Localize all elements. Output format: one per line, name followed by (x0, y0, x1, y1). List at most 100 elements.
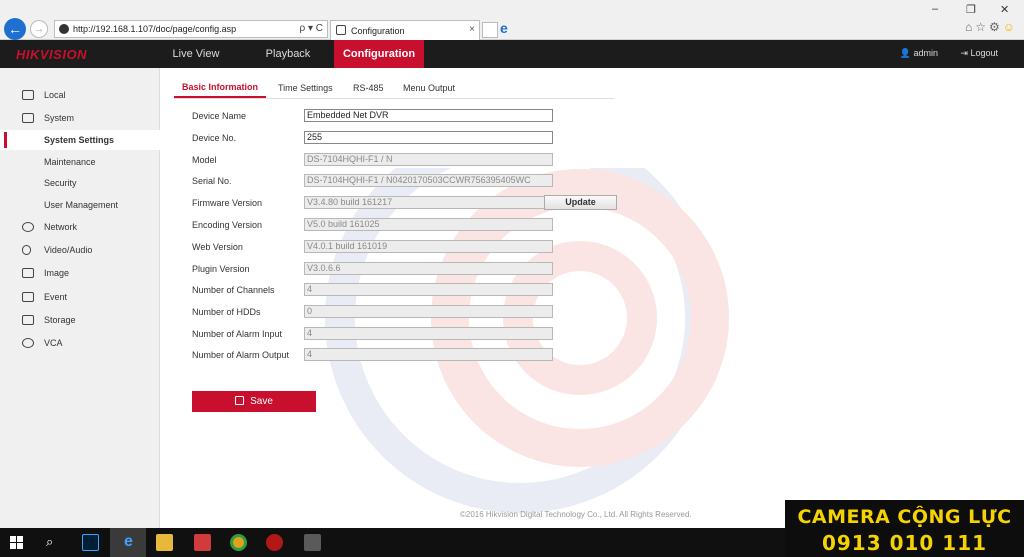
promo-phone: 0913 010 111 (821, 531, 988, 555)
save-button[interactable]: Save (192, 391, 316, 412)
globe-icon (22, 222, 34, 232)
sidebar-item-system-settings[interactable]: System Settings (0, 130, 160, 150)
sidebar-item-vca[interactable]: VCA (0, 333, 160, 353)
tab-title: Configuration (351, 26, 405, 36)
label-number-of-alarm-output: Number of Alarm Output (192, 350, 290, 360)
label-number-of-alarm-input: Number of Alarm Input (192, 329, 283, 339)
row-device-no: Device No. 255 (192, 131, 622, 145)
app-header: HIKVISION Live View Playback Configurati… (0, 40, 1024, 68)
menu-configuration[interactable]: Configuration (334, 40, 424, 68)
number-of-channels-field: 4 (304, 283, 553, 296)
sidebar-item-maintenance[interactable]: Maintenance (0, 152, 160, 172)
device-name-input[interactable]: Embedded Net DVR (304, 109, 553, 122)
row-device-name: Device Name Embedded Net DVR (192, 109, 622, 123)
tab-menu-output[interactable]: Menu Output (403, 83, 455, 93)
tab-basic-information[interactable]: Basic Information (182, 82, 258, 92)
promo-banner: CAMERA CỘNG LỰC 0913 010 111 (785, 500, 1024, 557)
tab-time-settings[interactable]: Time Settings (278, 83, 333, 93)
encoding-version-field: V5.0 build 161025 (304, 218, 553, 231)
label-number-of-hdds: Number of HDDs (192, 307, 261, 317)
number-of-alarm-output-field: 4 (304, 348, 553, 361)
start-icon[interactable] (10, 536, 24, 550)
sidebar-item-network[interactable]: Network (0, 217, 160, 237)
search-icon[interactable]: ⌕ (46, 534, 63, 551)
minimize-icon[interactable]: – (932, 3, 938, 15)
restore-icon[interactable]: ❐ (966, 3, 976, 16)
label-encoding-version: Encoding Version (192, 220, 263, 230)
web-version-field: V4.0.1 build 161019 (304, 240, 553, 253)
star-icon[interactable]: ☆ (975, 20, 989, 34)
sidebar-item-storage[interactable]: Storage (0, 310, 160, 330)
row-model: Model DS-7104HQHI-F1 / N (192, 153, 622, 167)
label-model: Model (192, 155, 217, 165)
vca-icon (22, 338, 34, 348)
system-icon (22, 113, 34, 123)
ie-icon[interactable]: e (120, 534, 137, 551)
url-text: http://192.168.1.107/doc/page/config.asp (73, 24, 237, 34)
mic-icon (22, 245, 31, 255)
row-encoding-version: Encoding Version V5.0 build 161025 (192, 218, 622, 232)
monitor-icon (22, 90, 34, 100)
row-plugin-version: Plugin Version V3.0.6.6 (192, 262, 622, 276)
save-disk-icon (235, 396, 245, 405)
update-button[interactable]: Update (544, 195, 617, 210)
back-button[interactable]: ← (4, 18, 26, 40)
browser-toolbar: ⌂☆⚙☺ (965, 20, 1018, 34)
label-device-name: Device Name (192, 111, 247, 121)
logout-button[interactable]: ⇥ Logout (960, 48, 998, 59)
home-icon[interactable]: ⌂ (965, 20, 975, 34)
sidebar-item-local[interactable]: Local (0, 85, 160, 105)
label-serial-no: Serial No. (192, 176, 232, 186)
sidebar: Local System System Settings Maintenance… (0, 68, 160, 528)
label-web-version: Web Version (192, 242, 243, 252)
browser-tab[interactable]: Configuration × (330, 20, 480, 40)
sidebar-item-system[interactable]: System (0, 108, 160, 128)
device-no-input[interactable]: 255 (304, 131, 553, 144)
sidebar-item-event[interactable]: Event (0, 287, 160, 307)
sidebar-item-user-management[interactable]: User Management (0, 195, 160, 215)
app-icon[interactable] (194, 534, 211, 551)
calendar-icon (22, 292, 34, 302)
browser-chrome: ← → http://192.168.1.107/doc/page/config… (0, 0, 1024, 40)
tab-favicon-icon (336, 25, 346, 35)
logout-icon: ⇥ (960, 48, 968, 58)
tab-rs-485[interactable]: RS-485 (353, 83, 384, 93)
menu-playback[interactable]: Playback (252, 40, 324, 68)
folder-icon[interactable] (156, 534, 173, 551)
promo-name: CAMERA CỘNG LỰC (797, 506, 1012, 528)
number-of-hdds-field: 0 (304, 305, 553, 318)
model-field: DS-7104HQHI-F1 / N (304, 153, 553, 166)
tab-close-icon[interactable]: × (469, 24, 475, 35)
sidebar-item-video-audio[interactable]: Video/Audio (0, 240, 160, 260)
row-number-of-channels: Number of Channels 4 (192, 283, 622, 297)
new-tab-button[interactable] (482, 22, 498, 38)
close-icon[interactable]: ✕ (1000, 3, 1009, 16)
site-favicon-icon (59, 24, 69, 34)
label-firmware-version: Firmware Version (192, 198, 263, 208)
number-of-alarm-input-field: 4 (304, 327, 553, 340)
serial-no-field: DS-7104HQHI-F1 / N0420170503CCWR75639540… (304, 174, 553, 187)
firmware-version-field: V3.4.80 build 161217 (304, 196, 553, 209)
user-icon: 👤 (899, 48, 911, 58)
row-number-of-alarm-input: Number of Alarm Input 4 (192, 327, 622, 341)
label-device-no: Device No. (192, 133, 237, 143)
label-plugin-version: Plugin Version (192, 264, 250, 274)
forward-button[interactable]: → (30, 20, 48, 38)
app2-icon[interactable] (266, 534, 283, 551)
sidebar-item-security[interactable]: Security (0, 173, 160, 193)
ie-logo-icon: e (500, 20, 508, 36)
chrome-icon[interactable] (230, 534, 247, 551)
user-menu[interactable]: 👤 admin (900, 48, 938, 59)
search-refresh-icon[interactable]: ρ ▾ C (300, 23, 324, 34)
gear-icon[interactable]: ⚙ (989, 20, 1003, 34)
row-number-of-alarm-output: Number of Alarm Output 4 (192, 348, 622, 362)
address-bar[interactable]: http://192.168.1.107/doc/page/config.asp… (54, 20, 328, 38)
tab-divider (174, 98, 614, 99)
row-serial-no: Serial No. DS-7104HQHI-F1 / N0420170503C… (192, 174, 622, 188)
photoshop-icon[interactable] (82, 534, 99, 551)
smiley-icon[interactable]: ☺ (1003, 20, 1018, 34)
menu-live-view[interactable]: Live View (160, 40, 232, 68)
row-web-version: Web Version V4.0.1 build 161019 (192, 240, 622, 254)
sidebar-item-image[interactable]: Image (0, 263, 160, 283)
app3-icon[interactable] (304, 534, 321, 551)
